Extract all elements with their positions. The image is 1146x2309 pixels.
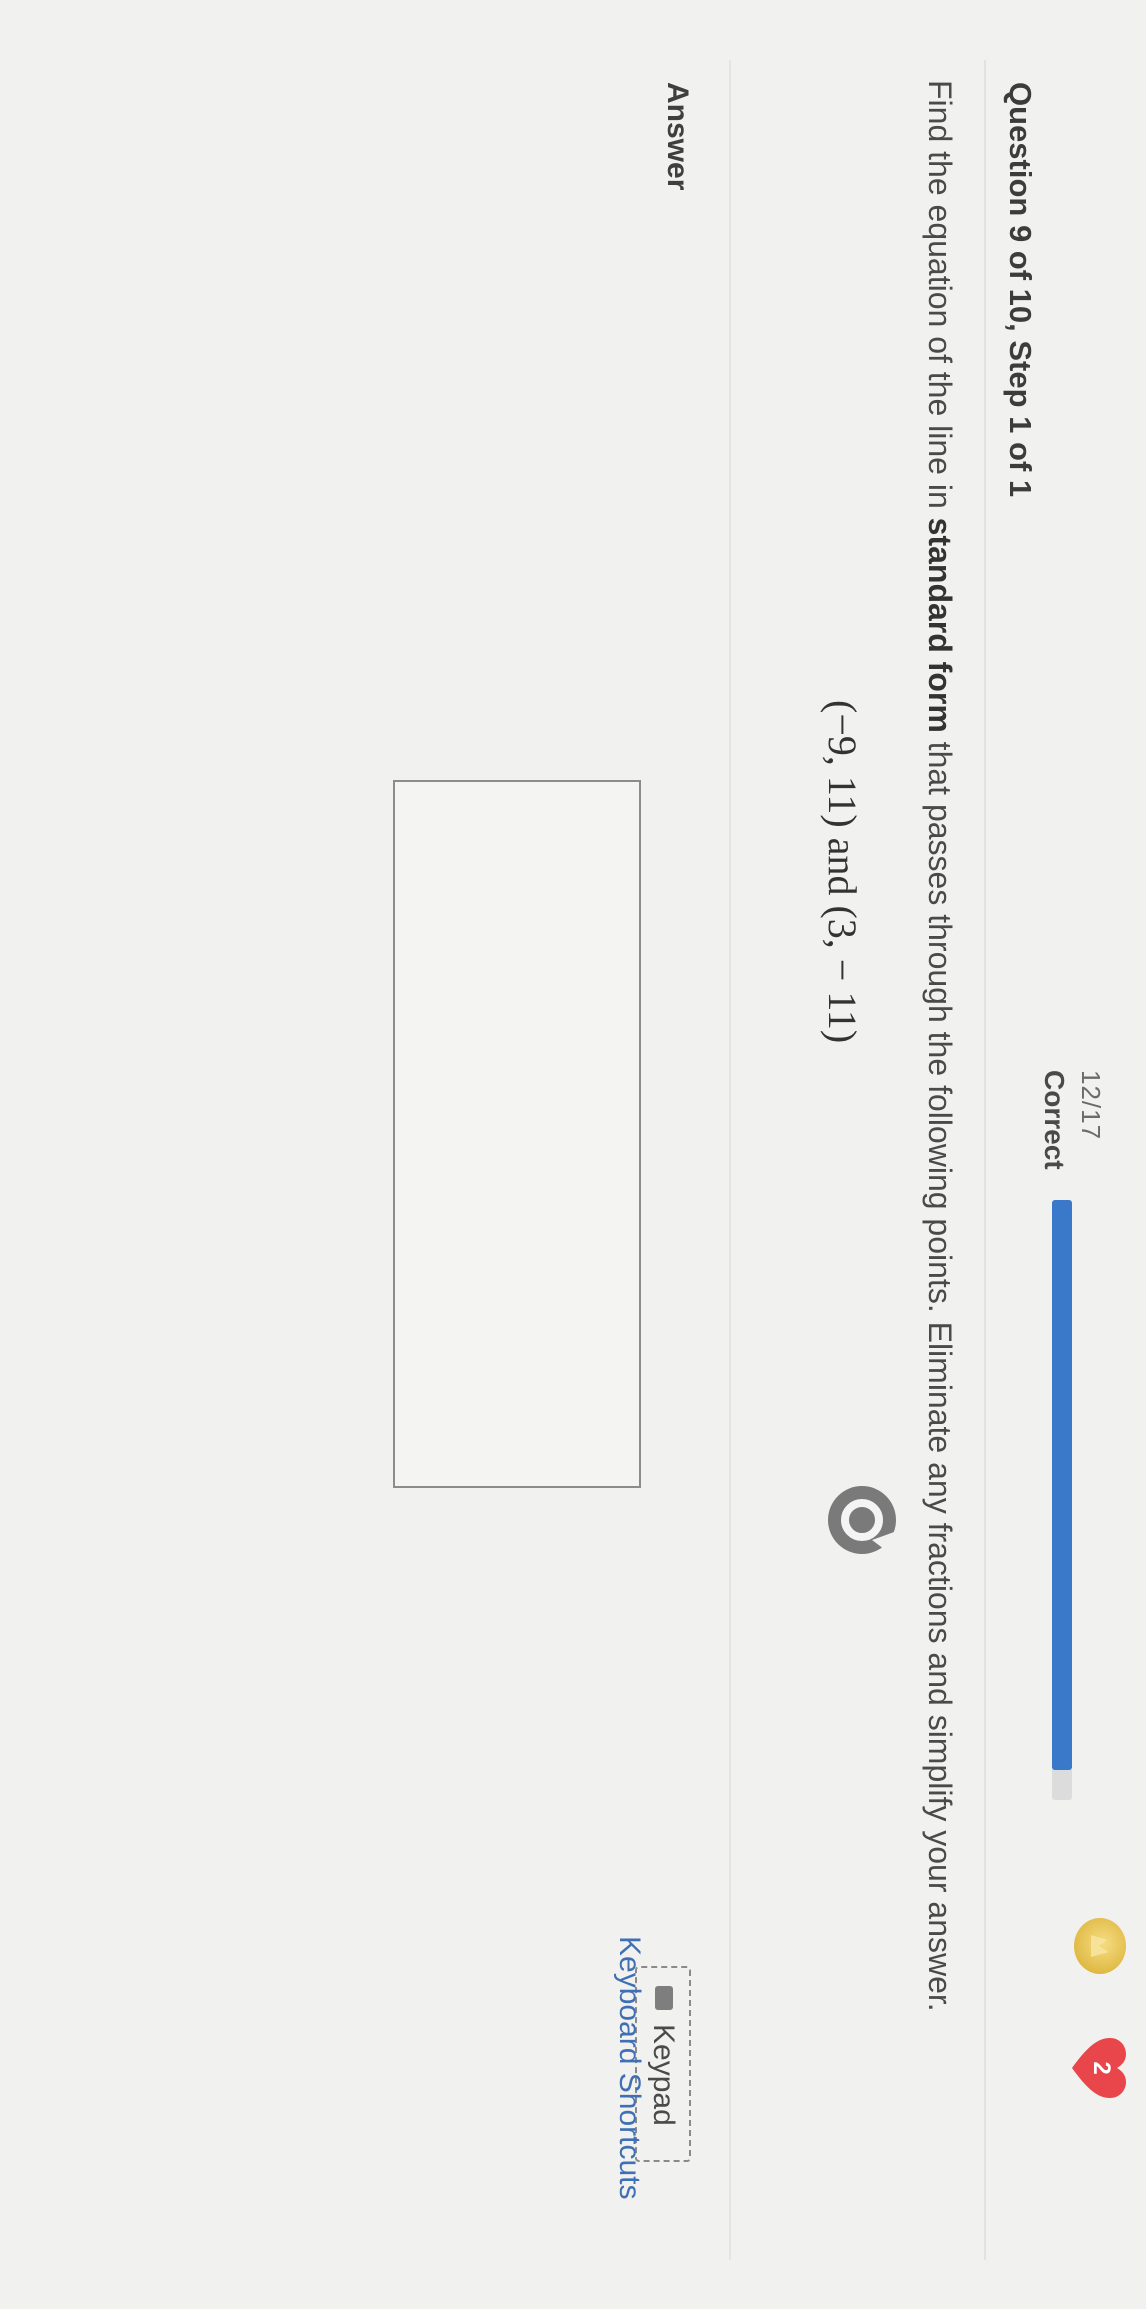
heart-count: 2 bbox=[1088, 2061, 1115, 2075]
prompt-text-end: that passes through the following points… bbox=[922, 732, 958, 2012]
progress-bar bbox=[1052, 1200, 1072, 1800]
coin-badge-icon[interactable] bbox=[1074, 1918, 1126, 1974]
answer-label: Answer bbox=[661, 82, 694, 191]
answer-input[interactable] bbox=[393, 780, 641, 1488]
progress-bar-fill bbox=[1052, 1200, 1072, 1770]
heart-badge-icon: 2 bbox=[1070, 2036, 1128, 2100]
keyboard-shortcuts-link[interactable]: Keyboard Shortcuts bbox=[612, 1936, 646, 2199]
question-page: Question 9 of 10, Step 1 of 1 12/17 Corr… bbox=[0, 0, 1146, 2309]
progress-count: 12/17 bbox=[1076, 1070, 1106, 1141]
keypad-label: Keypad bbox=[647, 2024, 680, 2126]
section-divider bbox=[729, 60, 731, 2260]
header-divider bbox=[984, 60, 986, 2260]
progress-label: Correct bbox=[1039, 1070, 1070, 1170]
prompt-text-bold: standard form bbox=[922, 517, 958, 733]
prompt-text-start: Find the equation of the line in bbox=[922, 80, 958, 518]
keyboard-icon bbox=[655, 1986, 673, 2010]
question-title: Question 9 of 10, Step 1 of 1 bbox=[1003, 82, 1038, 498]
refresh-icon[interactable] bbox=[824, 1482, 900, 1558]
question-header: Question 9 of 10, Step 1 of 1 12/17 Corr… bbox=[986, 0, 1146, 2260]
question-points: (−9, 11) and (3, − 11) bbox=[820, 700, 865, 1044]
question-prompt: Find the equation of the line in standar… bbox=[921, 80, 958, 2180]
